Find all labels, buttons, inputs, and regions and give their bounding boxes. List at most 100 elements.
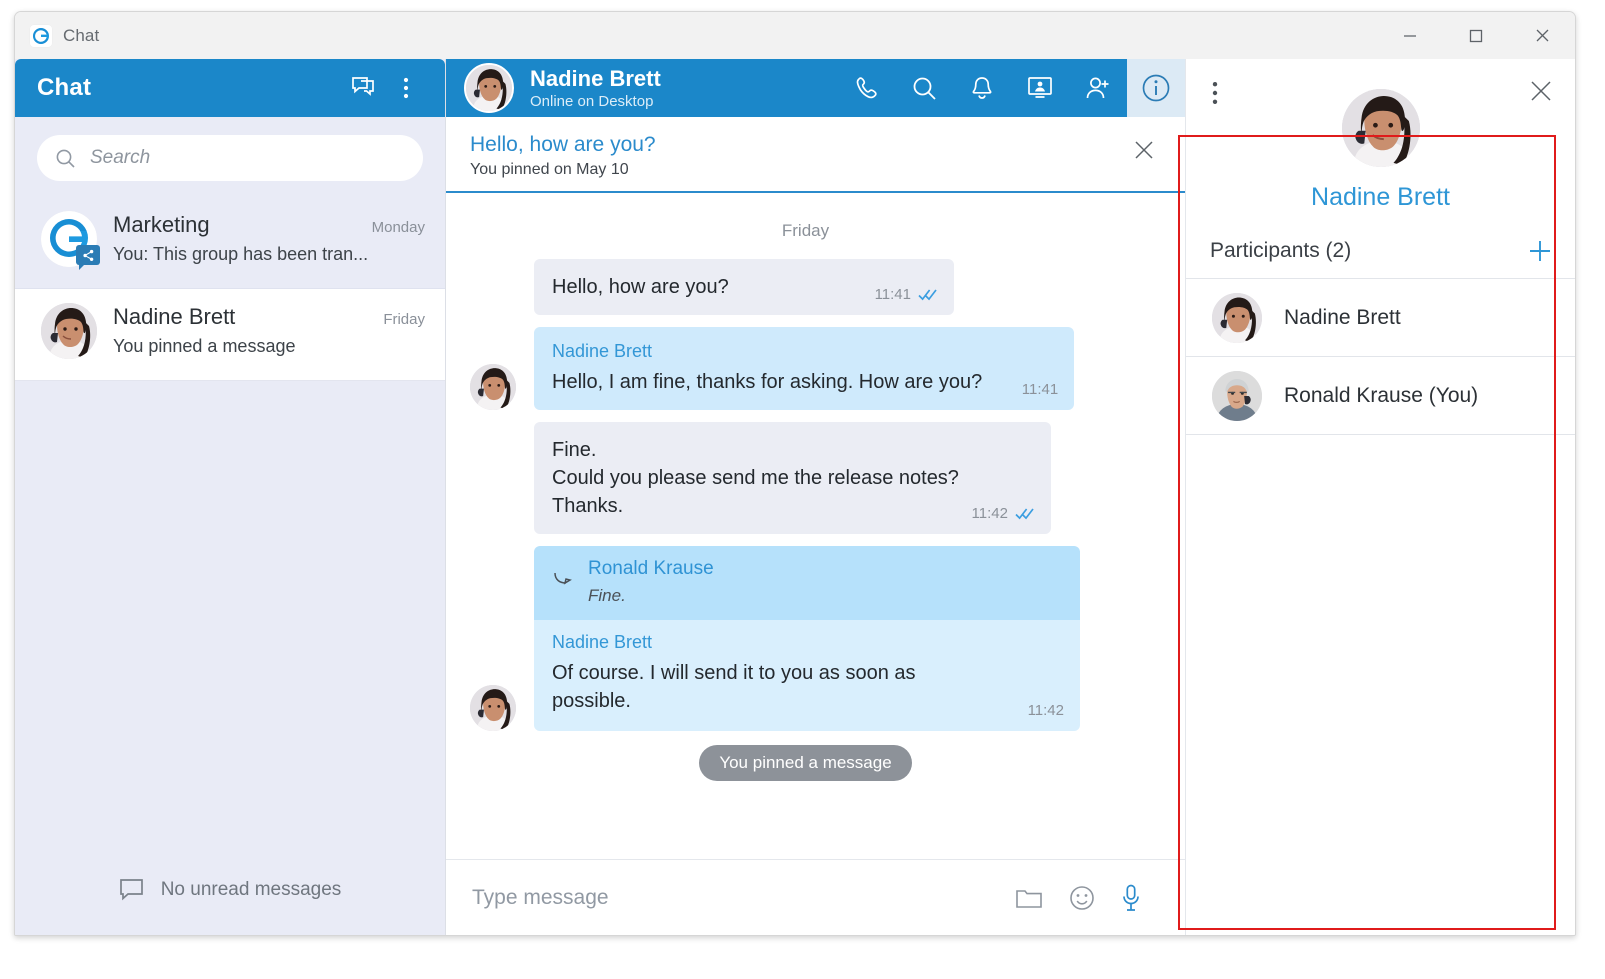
search-box[interactable] [37, 135, 423, 181]
message-line: Fine. [552, 439, 597, 461]
pinned-message-title: Hello, how are you? [470, 133, 656, 156]
message-row: Fine. Could you please send me the relea… [470, 422, 1141, 534]
message-composer [446, 859, 1185, 935]
bell-icon[interactable] [953, 59, 1011, 117]
close-icon[interactable] [1529, 79, 1553, 103]
message-row: Ronald Krause Fine. Nadine Brett Of cour… [470, 546, 1141, 731]
participant-name: Ronald Krause (You) [1284, 383, 1479, 407]
window-titlebar: Chat [15, 12, 1575, 59]
window-controls [1377, 12, 1575, 59]
participants-empty-area [1186, 434, 1575, 935]
message-thread[interactable]: Friday Hello, how are you? 11:41 Nadine … [446, 193, 1185, 859]
woman-phone-avatar [41, 303, 97, 359]
chat-list-item-nadine-brett[interactable]: Nadine Brett Friday You pinned a message [15, 289, 445, 381]
info-panel-header: Nadine Brett [1186, 59, 1575, 234]
chat-main: Nadine Brett Online on Desktop Hello, ho… [445, 59, 1185, 935]
chat-item-name: Nadine Brett [113, 304, 236, 329]
message-time: 11:42 [1027, 702, 1064, 719]
reply-arrow-icon [552, 570, 574, 590]
quoted-message[interactable]: Ronald Krause Fine. [534, 546, 1080, 620]
sidebar-title: Chat [37, 74, 92, 101]
maximize-icon[interactable] [1443, 12, 1509, 59]
message-sender: Nadine Brett [552, 632, 653, 652]
woman-phone-avatar [470, 685, 516, 731]
system-message: You pinned a message [470, 745, 1141, 781]
pinned-message-text: Hello, how are you? You pinned on May 10 [466, 133, 1133, 179]
chat-header: Nadine Brett Online on Desktop [446, 59, 1185, 117]
more-vertical-icon[interactable] [1212, 81, 1218, 107]
info-panel-contact-name[interactable]: Nadine Brett [1186, 183, 1575, 212]
woman-phone-avatar [464, 63, 514, 113]
chat-header-text: Nadine Brett Online on Desktop [530, 66, 837, 110]
double-check-icon [918, 288, 938, 301]
message-time: 11:42 [971, 505, 1008, 522]
quoted-body: Fine. [588, 586, 626, 605]
message-meta: 11:42 [972, 505, 1035, 522]
message-line: Thanks. [552, 495, 624, 517]
search-input[interactable] [88, 146, 405, 170]
plus-icon[interactable] [1527, 238, 1553, 264]
message-bubble-reply[interactable]: Ronald Krause Fine. Nadine Brett Of cour… [534, 546, 1080, 731]
message-input[interactable] [470, 884, 989, 911]
minimize-icon[interactable] [1377, 12, 1443, 59]
message-sender: Nadine Brett [552, 341, 653, 361]
woman-phone-avatar [1212, 292, 1262, 343]
chat-item-body: Nadine Brett Friday You pinned a message [113, 303, 425, 357]
message-row: Hello, how are you? 11:41 [470, 259, 1141, 315]
chat-item-body: Marketing Monday You: This group has bee… [113, 211, 425, 265]
avatar [41, 211, 100, 270]
more-vertical-icon[interactable] [385, 68, 427, 108]
system-message-label: You pinned a message [699, 745, 912, 781]
search-icon [55, 148, 76, 169]
chat-bubble-icon [119, 878, 145, 902]
chat-item-name: Marketing [113, 212, 210, 237]
chat-header-name: Nadine Brett [530, 65, 661, 91]
participants-label: Participants (2) [1210, 239, 1352, 262]
message-bubble-outgoing[interactable]: Fine. Could you please send me the relea… [534, 422, 1051, 534]
app-logo-icon [29, 23, 53, 48]
avatar [41, 303, 97, 359]
message-meta: 11:41 [875, 286, 938, 303]
folder-icon[interactable] [1015, 886, 1043, 910]
reply-body: Nadine Brett Of course. I will send it t… [534, 620, 1080, 731]
screen-share-icon[interactable] [1011, 59, 1069, 117]
share-badge-icon [76, 245, 100, 270]
chat-item-time: Monday [371, 219, 425, 236]
pinned-message-subtitle: You pinned on May 10 [470, 161, 629, 178]
chat-list: Marketing Monday You: This group has bee… [15, 197, 445, 381]
search-icon[interactable] [895, 59, 953, 117]
chat-item-preview: You pinned a message [113, 336, 296, 356]
message-time: 11:41 [874, 286, 911, 303]
woman-phone-avatar [470, 364, 516, 410]
chat-header-actions [837, 59, 1185, 117]
pinned-message-bar[interactable]: Hello, how are you? You pinned on May 10 [446, 117, 1185, 193]
search-container [15, 117, 445, 197]
message-line: Could you please send me the release not… [552, 467, 959, 489]
chat-window: Chat Chat Search Marketing Monday You: T… [14, 11, 1576, 936]
close-icon[interactable] [1509, 12, 1575, 59]
sidebar: Chat Search Marketing Monday You: This g… [15, 59, 445, 935]
chat-header-status: Online on Desktop [530, 93, 654, 111]
new-chat-icon[interactable] [343, 68, 385, 108]
woman-phone-avatar [1341, 89, 1420, 167]
emoji-icon[interactable] [1069, 885, 1095, 911]
chat-list-item-marketing[interactable]: Marketing Monday You: This group has bee… [15, 197, 445, 289]
chat-item-time: Friday [383, 311, 425, 328]
participant-row-nadine-brett[interactable]: Nadine Brett [1186, 278, 1575, 356]
call-icon[interactable] [837, 59, 895, 117]
quoted-sender: Ronald Krause [588, 558, 714, 579]
chat-item-preview: You: This group has been tran... [113, 244, 369, 264]
no-unread-messages-label: No unread messages [160, 879, 342, 900]
day-separator: Friday [781, 221, 830, 240]
participant-row-ronald-krause[interactable]: Ronald Krause (You) [1186, 356, 1575, 434]
message-line: Of course. I will send it to you as soon… [552, 662, 916, 712]
close-icon[interactable] [1133, 133, 1165, 161]
info-icon[interactable] [1127, 59, 1185, 117]
add-participant-icon[interactable] [1069, 59, 1127, 117]
message-row: Nadine Brett Hello, I am fine, thanks fo… [470, 327, 1141, 410]
participants-header: Participants (2) [1186, 234, 1575, 278]
window-body: Chat Search Marketing Monday You: This g… [15, 59, 1575, 935]
message-bubble-incoming[interactable]: Nadine Brett Hello, I am fine, thanks fo… [534, 327, 1075, 410]
microphone-icon[interactable] [1121, 884, 1141, 912]
message-bubble-outgoing[interactable]: Hello, how are you? 11:41 [534, 259, 954, 315]
